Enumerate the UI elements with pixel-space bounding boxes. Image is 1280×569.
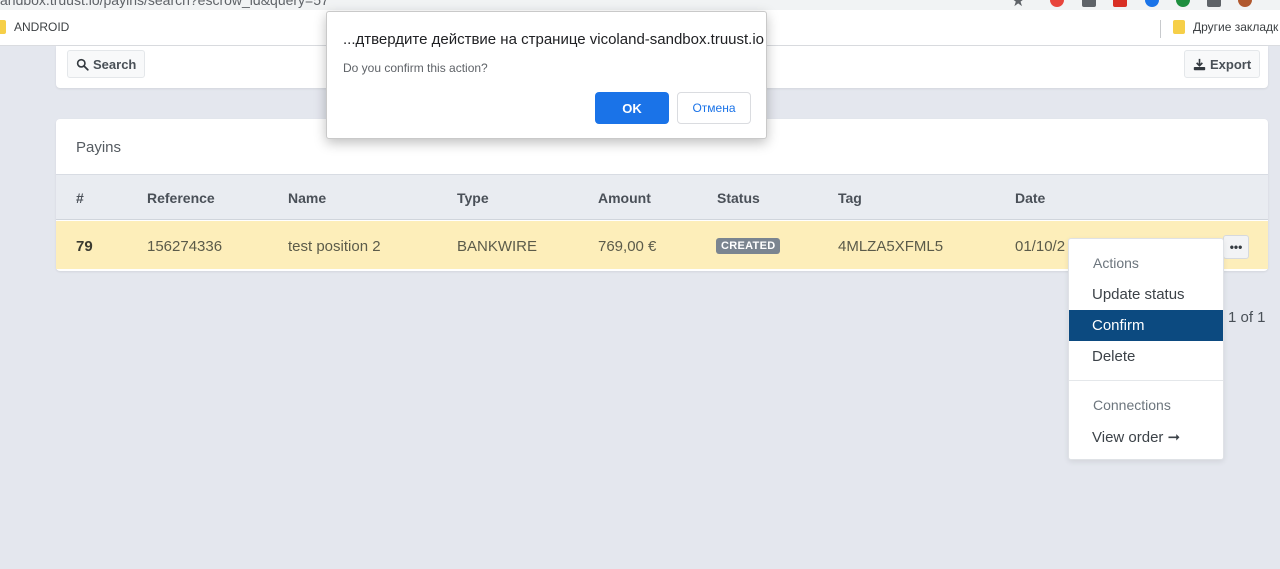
profile-avatar[interactable] [1238, 0, 1252, 7]
address-bar[interactable]: andbox.truust.io/payins/search?escrow_id… [0, 0, 1280, 10]
cell-reference: 156274336 [147, 238, 223, 255]
table-header: # Reference Name Type Amount Status Tag … [56, 174, 1268, 220]
column-header-amount: Amount [598, 190, 651, 206]
row-actions-button[interactable]: ••• [1223, 235, 1249, 259]
cell-type: BANKWIRE [457, 238, 538, 255]
export-button[interactable]: Export [1184, 50, 1261, 78]
cell-id: 79 [76, 238, 93, 255]
cell-name: test position 2 [288, 238, 381, 255]
column-header-tag: Tag [838, 190, 862, 206]
dialog-cancel-button[interactable]: Отмена [677, 92, 751, 124]
download-icon [1193, 58, 1206, 70]
payins-title: Payins [76, 139, 122, 156]
cell-date: 01/10/2 [1015, 238, 1066, 255]
bookmark-android[interactable]: ANDROID [0, 20, 69, 34]
menu-item-update-status[interactable]: Update status [1069, 279, 1223, 310]
bookmark-other[interactable]: Другие закладк [1173, 20, 1278, 34]
folder-icon [0, 20, 6, 34]
extension-icon-3[interactable] [1113, 0, 1127, 7]
search-icon [76, 58, 89, 71]
actions-header: Actions [1093, 255, 1139, 271]
column-header-status: Status [717, 190, 760, 206]
cell-tag: 4MLZA5XFML5 [838, 238, 944, 255]
menu-item-confirm[interactable]: Confirm [1069, 310, 1223, 341]
folder-icon [1173, 20, 1185, 34]
search-button[interactable]: Search [67, 50, 146, 78]
column-header-id: # [76, 190, 84, 206]
column-header-name: Name [288, 190, 327, 206]
row-actions-menu: Actions Update status Confirm Delete Con… [1068, 238, 1224, 460]
dialog-ok-button[interactable]: OK [595, 92, 669, 124]
cell-amount: 769,00 € [598, 238, 657, 255]
search-button-label: Search [93, 56, 137, 72]
column-header-type: Type [457, 190, 489, 206]
extension-icon-2[interactable] [1082, 0, 1096, 7]
dialog-title: ...дтвердите действие на странице vicola… [343, 31, 765, 48]
bookmark-label: Другие закладк [1193, 20, 1279, 34]
connections-header: Connections [1093, 397, 1171, 413]
bookmark-separator [1160, 20, 1161, 38]
bookmark-label: ANDROID [14, 20, 70, 34]
extension-icon-5[interactable] [1176, 0, 1190, 7]
bookmark-star-icon[interactable]: ★ [1011, 0, 1025, 10]
puzzle-icon[interactable] [1207, 0, 1221, 7]
dialog-message: Do you confirm this action? [343, 61, 488, 75]
confirm-dialog: ...дтвердите действие на странице vicola… [326, 11, 767, 139]
column-header-date: Date [1015, 190, 1046, 206]
status-badge: CREATED [716, 238, 781, 254]
export-button-label: Export [1210, 56, 1252, 72]
column-header-reference: Reference [147, 190, 215, 206]
extension-icon-1[interactable] [1050, 0, 1064, 7]
url-text: andbox.truust.io/payins/search?escrow_id… [0, 0, 329, 8]
pagination-info: 1 of 1 [1228, 309, 1266, 326]
menu-item-view-order[interactable]: View order ➞ [1069, 421, 1223, 452]
extension-icon-4[interactable] [1145, 0, 1159, 7]
menu-item-delete[interactable]: Delete [1069, 341, 1223, 372]
menu-divider [1069, 380, 1223, 381]
